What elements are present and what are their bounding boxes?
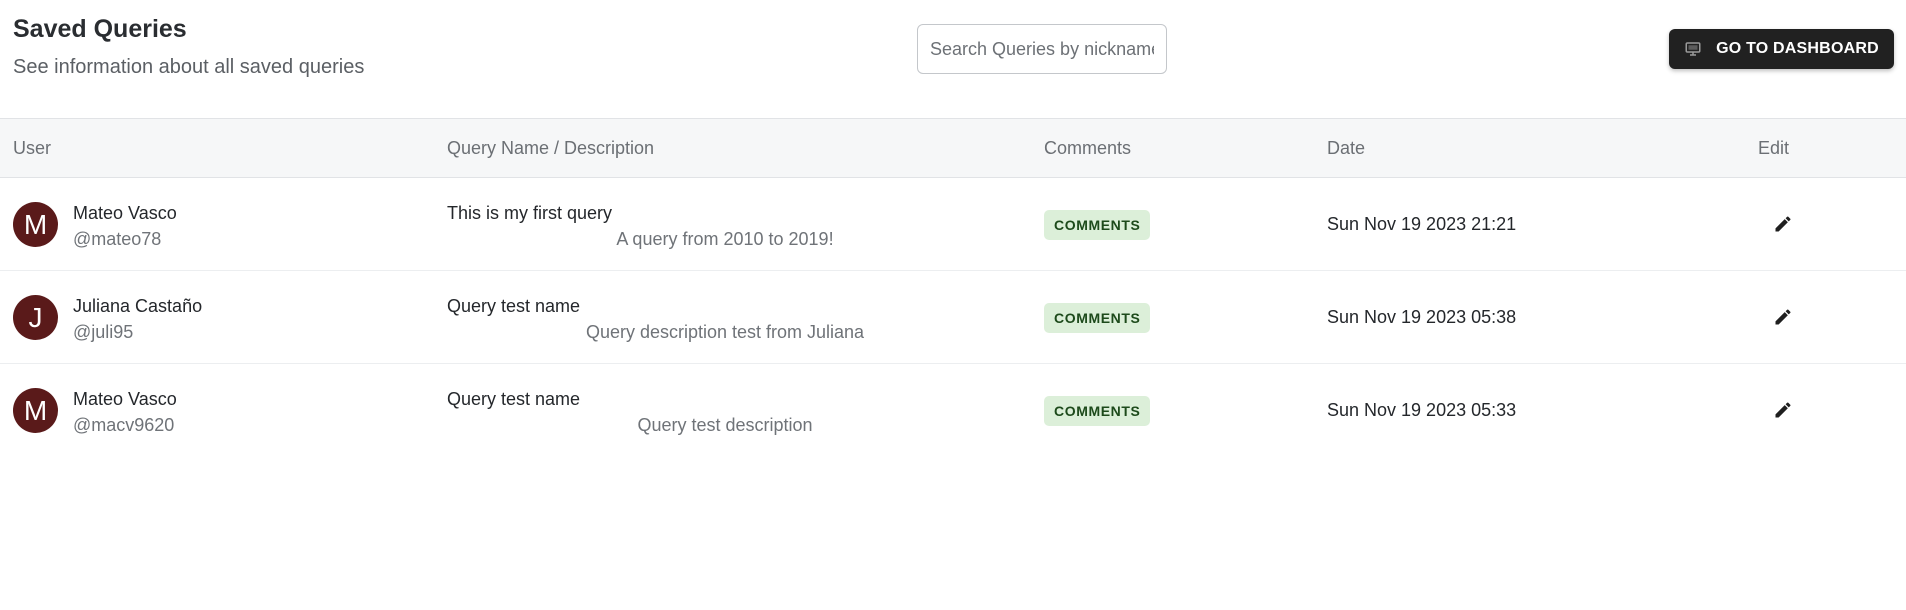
page-title: Saved Queries xyxy=(13,15,187,43)
query-name: This is my first query xyxy=(447,203,613,223)
table-header: User Query Name / Description Comments D… xyxy=(0,118,1906,178)
table-body: M Mateo Vasco @mateo78 This is my first … xyxy=(0,178,1906,457)
edit-button[interactable] xyxy=(1770,211,1796,237)
avatar: M xyxy=(13,202,58,247)
avatar: J xyxy=(13,295,58,340)
edit-button[interactable] xyxy=(1770,397,1796,423)
comments-button[interactable]: COMMENTS xyxy=(1044,303,1151,333)
pencil-icon xyxy=(1775,402,1791,418)
go-to-dashboard-button[interactable]: GO TO DASHBOARD xyxy=(1669,29,1894,69)
comments-button[interactable]: COMMENTS xyxy=(1044,210,1151,240)
column-header-date: Date xyxy=(1327,137,1366,158)
edit-button[interactable] xyxy=(1770,304,1796,330)
query-date: Sun Nov 19 2023 05:33 xyxy=(1327,400,1517,420)
query-date: Sun Nov 19 2023 05:38 xyxy=(1327,307,1517,327)
avatar: M xyxy=(13,388,58,433)
user-name: Mateo Vasco xyxy=(73,203,177,223)
table-row: M Mateo Vasco @macv9620 Query test name … xyxy=(0,364,1906,457)
query-date: Sun Nov 19 2023 21:21 xyxy=(1327,214,1517,234)
monitor-icon xyxy=(1684,40,1702,58)
go-to-dashboard-label: GO TO DASHBOARD xyxy=(1716,40,1879,57)
user-name: Juliana Castaño xyxy=(73,296,203,316)
column-header-user: User xyxy=(13,137,52,158)
column-header-edit: Edit xyxy=(1758,137,1790,158)
query-name: Query test name xyxy=(447,296,581,316)
user-handle: @macv9620 xyxy=(73,415,175,435)
query-name: Query test name xyxy=(447,389,581,409)
pencil-icon xyxy=(1775,309,1791,325)
query-description: Query description test from Juliana xyxy=(585,322,865,342)
page-subtitle: See information about all saved queries xyxy=(13,56,365,78)
pencil-icon xyxy=(1775,216,1791,232)
query-description: Query test description xyxy=(637,415,813,435)
saved-queries-table: User Query Name / Description Comments D… xyxy=(0,118,1906,457)
comments-button[interactable]: COMMENTS xyxy=(1044,396,1151,426)
query-description: A query from 2010 to 2019! xyxy=(616,229,834,249)
saved-queries-page: Saved Queries See information about all … xyxy=(0,0,1906,610)
page-header: Saved Queries See information about all … xyxy=(0,0,1906,118)
search-input[interactable] xyxy=(917,24,1167,74)
table-row: M Mateo Vasco @mateo78 This is my first … xyxy=(0,178,1906,271)
column-header-query: Query Name / Description xyxy=(447,137,655,158)
user-handle: @juli95 xyxy=(73,322,134,342)
table-row: J Juliana Castaño @juli95 Query test nam… xyxy=(0,271,1906,364)
user-name: Mateo Vasco xyxy=(73,389,177,409)
user-handle: @mateo78 xyxy=(73,229,162,249)
column-header-comments: Comments xyxy=(1044,137,1132,158)
